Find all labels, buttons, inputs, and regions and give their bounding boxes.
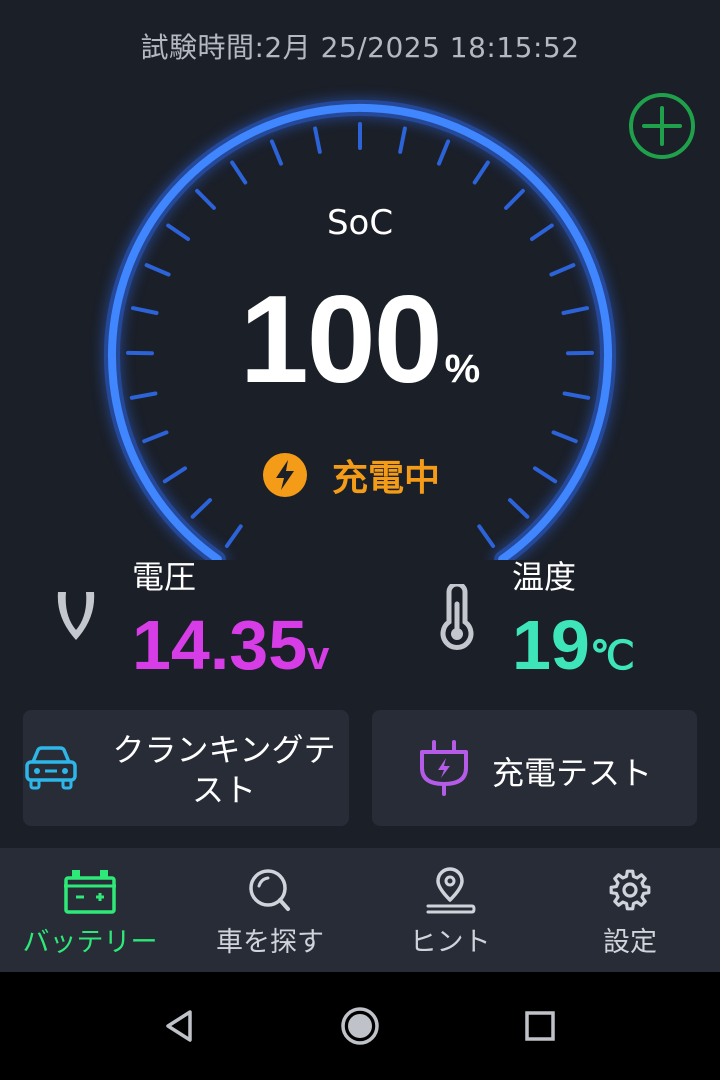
gear-icon — [609, 869, 651, 911]
voltage-value: 14.35v — [132, 610, 329, 680]
nav-item-hints[interactable]: ヒント — [360, 848, 540, 972]
gauge-tick — [162, 466, 187, 484]
home-icon[interactable] — [340, 1006, 380, 1046]
charging-test-label: 充電テスト — [492, 754, 653, 792]
voltage-label: 電圧 — [132, 558, 197, 596]
charging-status: 充電中 — [262, 450, 440, 500]
soc-number: 100 — [239, 271, 443, 409]
voltage-unit: v — [307, 634, 330, 678]
gauge-tick — [313, 126, 322, 154]
voltage-number: 14.35 — [132, 606, 308, 684]
plug-icon — [420, 740, 468, 796]
nav-label-find-car: 車を探す — [216, 927, 324, 958]
gauge-tick — [142, 430, 169, 444]
lightning-icon — [263, 453, 307, 497]
charging-text: 充電中 — [332, 458, 441, 499]
battery-icon — [64, 870, 116, 914]
nav-item-find-car[interactable]: 車を探す — [180, 848, 360, 972]
gauge-tick — [477, 524, 496, 548]
location-pin-icon — [426, 867, 476, 914]
cranking-test-label: クランキングテ スト — [109, 730, 339, 810]
temperature-label: 温度 — [512, 558, 577, 596]
gauge-tick — [472, 160, 490, 185]
soc-label: SoC — [326, 203, 394, 243]
nav-item-settings[interactable]: 設定 — [540, 848, 720, 972]
gauge-tick — [190, 498, 212, 519]
gauge-tick — [551, 430, 578, 444]
gauge-tick — [398, 126, 407, 154]
recents-icon[interactable] — [520, 1006, 560, 1046]
voltage-icon — [57, 592, 95, 640]
gauge-tick — [224, 524, 243, 548]
gauge-tick — [533, 466, 558, 484]
nav-item-battery[interactable]: バッテリー — [0, 848, 180, 972]
cranking-test-label-line2: スト — [191, 771, 256, 809]
charging-test-button[interactable]: 充電テスト — [372, 710, 697, 826]
system-nav-bar — [0, 972, 720, 1080]
soc-unit: % — [444, 347, 481, 391]
gauge-tick — [437, 139, 451, 166]
gauge-tick — [144, 263, 171, 277]
cranking-test-button[interactable]: クランキングテ スト — [23, 710, 349, 826]
search-icon — [249, 869, 290, 911]
back-icon[interactable] — [160, 1006, 200, 1046]
thermometer-icon — [440, 584, 474, 650]
bottom-nav: バッテリー 車を探す ヒント 設定 — [0, 848, 720, 972]
nav-label-hints: ヒント — [409, 927, 491, 958]
soc-value: 100% — [0, 278, 720, 402]
temperature-unit: ℃ — [589, 634, 635, 678]
car-icon — [25, 746, 77, 790]
gauge-tick — [508, 498, 530, 519]
temperature-number: 19 — [512, 606, 590, 684]
nav-label-settings: 設定 — [603, 927, 657, 958]
gauge-tick — [269, 139, 283, 166]
gauge-tick — [230, 160, 248, 185]
cranking-test-label-line1: クランキングテ — [112, 731, 336, 769]
gauge-tick — [549, 263, 576, 277]
nav-label-battery: バッテリー — [22, 927, 158, 958]
gear-outline — [609, 869, 651, 911]
temperature-value: 19℃ — [512, 610, 635, 680]
